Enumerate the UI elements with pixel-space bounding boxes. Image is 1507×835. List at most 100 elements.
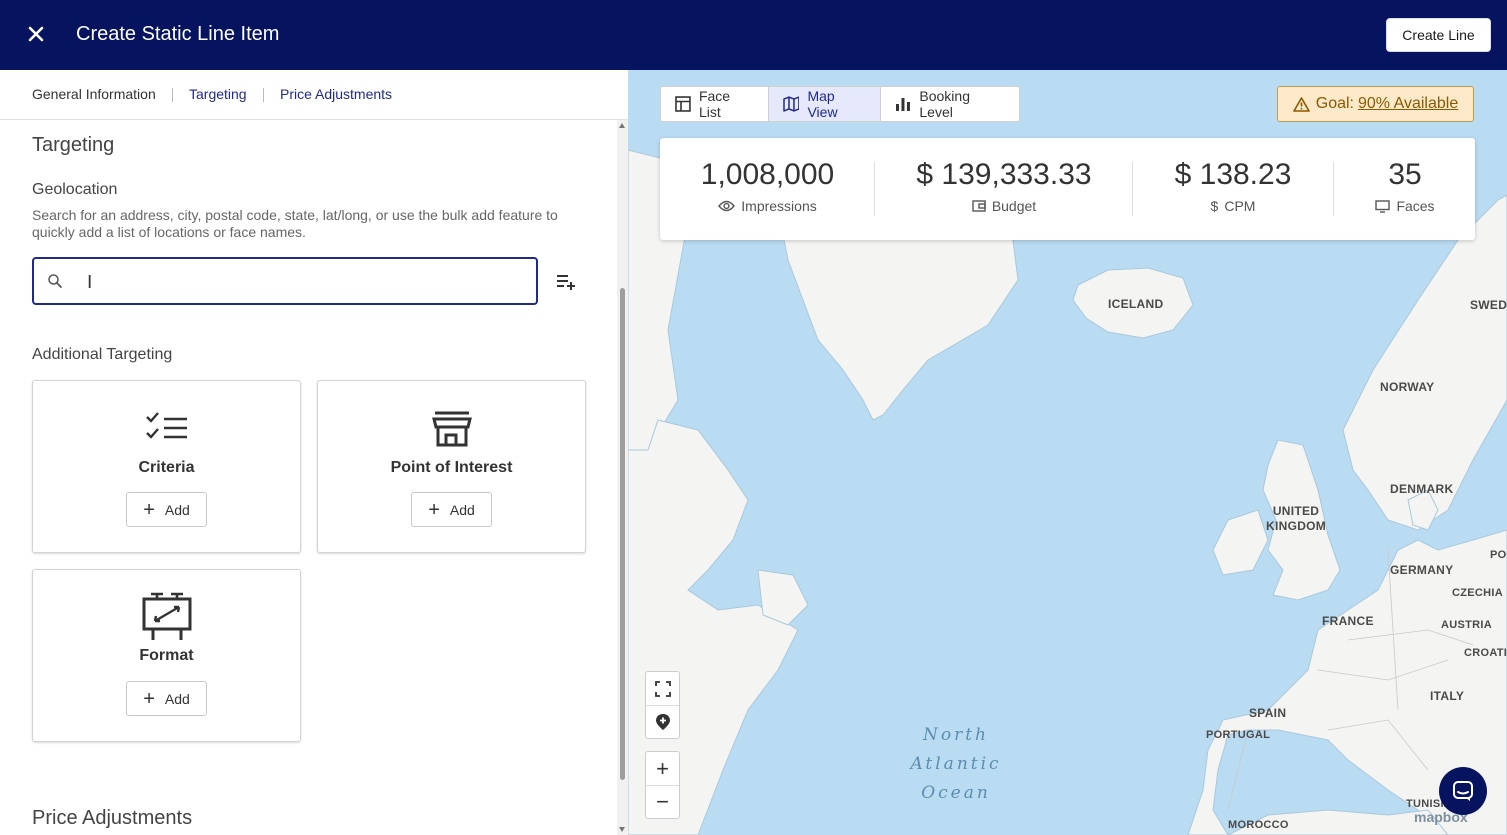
fullscreen-icon bbox=[654, 680, 671, 697]
goal-availability-badge[interactable]: Goal: 90% Available bbox=[1277, 86, 1474, 122]
face-list-label: Face List bbox=[698, 88, 731, 120]
cpm-label-text: CPM bbox=[1224, 198, 1256, 214]
add-criteria-button[interactable]: + Add bbox=[126, 492, 207, 527]
goal-availability-link[interactable]: 90% Available bbox=[1358, 95, 1458, 113]
faces-label: Faces bbox=[1360, 198, 1450, 214]
ocean-line2: Atlantic bbox=[910, 754, 1002, 774]
geolocation-label: Geolocation bbox=[32, 181, 118, 198]
price-adjustments-heading: Price Adjustments bbox=[32, 807, 193, 829]
stat-divider bbox=[874, 162, 875, 216]
section-tabs: General Information Targeting Price Adju… bbox=[0, 70, 628, 120]
geolocation-search-input[interactable] bbox=[82, 271, 522, 293]
map-label-uk-line2: KINGDOM bbox=[1266, 519, 1327, 533]
chat-support-button[interactable] bbox=[1439, 767, 1487, 815]
zoom-out-button[interactable]: − bbox=[646, 785, 679, 818]
map-label-north-atlantic-ocean: North Atlantic Ocean bbox=[906, 721, 1006, 808]
map-zoom-controls: + − bbox=[645, 751, 680, 819]
close-icon[interactable] bbox=[24, 22, 48, 46]
cpm-stat: $ 138.23 $ CPM bbox=[1152, 158, 1314, 214]
map-label-spain: SPAIN bbox=[1249, 706, 1287, 720]
add-point-of-interest-button[interactable]: + Add bbox=[411, 492, 492, 527]
map-label-sweden: SWEDI bbox=[1470, 298, 1507, 312]
add-format-button[interactable]: + Add bbox=[126, 681, 207, 716]
bulk-add-icon[interactable] bbox=[555, 271, 577, 293]
storefront-icon bbox=[431, 411, 472, 447]
checklist-icon bbox=[145, 412, 187, 439]
map-label-italy: ITALY bbox=[1430, 689, 1465, 703]
add-location-pin-icon bbox=[655, 714, 670, 730]
view-toggle-group: Face List Map View Booking Level bbox=[660, 86, 1020, 122]
map-label-uk-line1: UNITED bbox=[1272, 504, 1320, 518]
tab-targeting[interactable]: Targeting bbox=[189, 86, 247, 102]
map-label-portugal: PORTUGAL bbox=[1206, 729, 1271, 741]
map-label-norway: NORWAY bbox=[1380, 380, 1435, 394]
search-icon bbox=[48, 274, 62, 288]
create-line-button[interactable]: Create Line bbox=[1386, 18, 1491, 52]
impressions-label: Impressions bbox=[680, 198, 855, 214]
dollar-icon: $ bbox=[1210, 198, 1219, 214]
map-label-czechia: CZECHIA bbox=[1452, 587, 1503, 599]
tab-price-adjustments[interactable]: Price Adjustments bbox=[280, 86, 392, 102]
map-view-button[interactable]: Map View bbox=[768, 87, 882, 121]
page-title: Create Static Line Item bbox=[76, 23, 280, 45]
warning-icon bbox=[1292, 96, 1310, 112]
zoom-in-button[interactable]: + bbox=[646, 752, 679, 785]
tab-general-information[interactable]: General Information bbox=[32, 86, 156, 102]
billboard-icon bbox=[142, 592, 191, 640]
ocean-line3: Ocean bbox=[921, 783, 991, 803]
panel-scrollbar[interactable] bbox=[617, 120, 628, 835]
cpm-value: $ 138.23 bbox=[1174, 158, 1292, 191]
chat-icon bbox=[1453, 781, 1473, 801]
format-label: Format bbox=[139, 647, 194, 664]
goal-prefix: Goal: bbox=[1315, 95, 1354, 112]
form-panel: General Information Targeting Price Adju… bbox=[0, 70, 628, 835]
map-label-denmark: DENMARK bbox=[1390, 482, 1454, 496]
table-icon bbox=[675, 96, 691, 112]
budget-stat: $ 139,333.33 Budget bbox=[898, 158, 1110, 214]
minus-icon: − bbox=[656, 789, 669, 814]
point-of-interest-label: Point of Interest bbox=[390, 459, 513, 476]
criteria-label: Criteria bbox=[138, 459, 195, 476]
stat-divider bbox=[1333, 162, 1334, 216]
tab-divider bbox=[172, 88, 173, 102]
map-view[interactable]: ICELAND SWEDI NORWAY DENMARK UNITED KING… bbox=[628, 70, 1507, 835]
impressions-value: 1,008,000 bbox=[700, 158, 835, 191]
map-tool-controls bbox=[645, 671, 680, 739]
format-card: Format + Add bbox=[32, 569, 301, 742]
stat-divider bbox=[1132, 162, 1133, 216]
map-label-france: FRANCE bbox=[1322, 614, 1374, 628]
budget-label: Budget bbox=[898, 198, 1110, 214]
plus-icon: + bbox=[656, 755, 669, 781]
locate-button[interactable] bbox=[646, 705, 679, 738]
geolocation-search-box[interactable]: I bbox=[32, 257, 538, 305]
geolocation-description: Search for an address, city, postal code… bbox=[32, 207, 558, 240]
screen-icon bbox=[1375, 199, 1391, 213]
faces-label-text: Faces bbox=[1396, 198, 1435, 214]
criteria-card: Criteria + Add bbox=[32, 380, 301, 553]
scroll-thumb[interactable] bbox=[620, 288, 625, 780]
tab-divider bbox=[263, 88, 264, 102]
point-of-interest-card: Point of Interest + Add bbox=[317, 380, 586, 553]
face-list-button[interactable]: Face List bbox=[661, 87, 769, 121]
booking-level-button[interactable]: Booking Level bbox=[881, 87, 1019, 121]
wallet-icon bbox=[972, 200, 986, 212]
map-label-united-kingdom: UNITED KINGDOM bbox=[1266, 504, 1326, 534]
faces-value: 35 bbox=[1388, 158, 1422, 191]
budget-value: $ 139,333.33 bbox=[916, 158, 1092, 191]
ocean-line1: North bbox=[922, 725, 990, 745]
cpm-label: $ CPM bbox=[1152, 198, 1314, 214]
additional-targeting-label: Additional Targeting bbox=[32, 346, 173, 363]
line-item-stats-card: 1,008,000 Impressions $ 139,333.33 Budge… bbox=[660, 138, 1475, 240]
scroll-up-arrow[interactable] bbox=[619, 123, 625, 128]
map-view-label: Map View bbox=[807, 88, 838, 120]
bar-chart-icon bbox=[896, 98, 911, 111]
app-header: Create Static Line Item Create Line bbox=[0, 0, 1507, 70]
map-label-iceland: ICELAND bbox=[1108, 297, 1164, 311]
map-label-croatia: CROATIA bbox=[1464, 647, 1507, 659]
map-label-morocco: MOROCCO bbox=[1228, 819, 1289, 831]
impressions-stat: 1,008,000 Impressions bbox=[680, 158, 855, 214]
scroll-down-arrow[interactable] bbox=[619, 827, 625, 832]
budget-label-text: Budget bbox=[991, 198, 1037, 214]
booking-level-label: Booking Level bbox=[919, 88, 970, 120]
fullscreen-button[interactable] bbox=[646, 672, 679, 705]
